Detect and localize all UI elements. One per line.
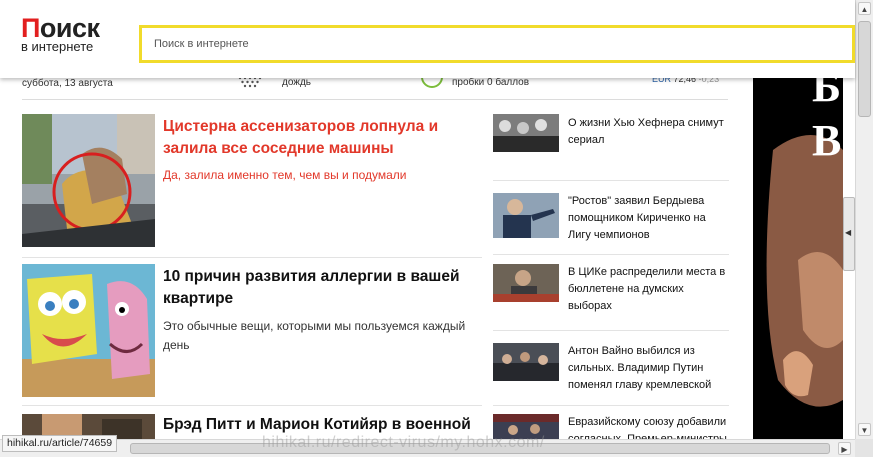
news-thumbnail-tanker[interactable] bbox=[22, 114, 155, 247]
logo-subtitle: в интернете bbox=[21, 39, 94, 54]
watermark-text: hihikal.ru/redirect-virus/my.hohx.com/ bbox=[262, 434, 545, 451]
news-separator bbox=[22, 405, 482, 406]
side-news-title[interactable]: О жизни Хью Хефнера снимут сериал bbox=[568, 115, 730, 149]
traffic-text[interactable]: пробки 0 баллов bbox=[452, 77, 529, 88]
side-news-thumbnail[interactable] bbox=[493, 343, 559, 381]
news-title[interactable]: Цистерна ассенизаторов лопнула и залила … bbox=[163, 116, 483, 160]
news-separator bbox=[22, 257, 482, 258]
search-header: Поиск в интернете bbox=[0, 0, 855, 78]
news-title[interactable]: Брэд Питт и Марион Котийяр в военной bbox=[163, 414, 483, 436]
news-description[interactable]: Да, залила именно тем, чем вы и подумали bbox=[163, 166, 483, 185]
side-news-title[interactable]: "Ростов" заявил Бердыева помощником Кири… bbox=[568, 193, 730, 244]
logo-title: Поиск bbox=[21, 14, 121, 42]
side-news-item[interactable]: "Ростов" заявил Бердыева помощником Кири… bbox=[493, 193, 729, 248]
news-description[interactable]: Это обычные вещи, которыми мы пользуемся… bbox=[163, 317, 483, 355]
content-divider bbox=[22, 99, 728, 100]
side-news-title[interactable]: Антон Вайно выбился из сильных. Владимир… bbox=[568, 343, 730, 394]
side-news-separator bbox=[493, 254, 729, 255]
chevron-left-icon: ◀ bbox=[845, 228, 852, 237]
side-news-separator bbox=[493, 180, 729, 181]
side-news-item[interactable]: В ЦИКе распределили места в бюллетене на… bbox=[493, 264, 729, 319]
side-news-separator bbox=[493, 405, 729, 406]
ad-letter: В bbox=[812, 116, 842, 165]
scrollbar-corner bbox=[855, 439, 873, 457]
news-thumbnail-spongebob[interactable] bbox=[22, 264, 155, 397]
side-news-thumbnail[interactable] bbox=[493, 264, 559, 302]
side-news-thumbnail[interactable] bbox=[493, 193, 559, 238]
search-box[interactable] bbox=[139, 25, 855, 63]
news-item[interactable]: 10 причин развития аллергии в вашей квар… bbox=[22, 264, 482, 398]
site-logo[interactable]: Поиск в интернете bbox=[21, 14, 121, 54]
side-news-thumbnail[interactable] bbox=[493, 114, 559, 152]
weather-text[interactable]: дождь bbox=[282, 77, 311, 88]
browser-page: суббота, 13 августа дождь пробки 0 балло… bbox=[0, 0, 873, 457]
side-news-item[interactable]: Антон Вайно выбился из сильных. Владимир… bbox=[493, 343, 729, 398]
vertical-scrollbar[interactable]: ▲ ▼ bbox=[855, 0, 873, 457]
news-item[interactable]: Цистерна ассенизаторов лопнула и залила … bbox=[22, 114, 482, 248]
scroll-down-icon[interactable]: ▼ bbox=[858, 423, 871, 436]
vertical-scroll-thumb[interactable] bbox=[858, 21, 871, 117]
ad-collapse-tab[interactable]: ◀ bbox=[843, 197, 855, 271]
status-bar-url: hihikal.ru/article/74659 bbox=[2, 435, 118, 452]
scroll-up-icon[interactable]: ▲ bbox=[858, 2, 871, 15]
side-news-title[interactable]: В ЦИКе распределили места в бюллетене на… bbox=[568, 264, 730, 315]
scroll-right-icon[interactable]: ▶ bbox=[838, 442, 851, 455]
side-news-separator bbox=[493, 330, 729, 331]
search-input[interactable] bbox=[154, 28, 834, 60]
side-news-item[interactable]: О жизни Хью Хефнера снимут сериал bbox=[493, 114, 729, 154]
date-text: суббота, 13 августа bbox=[22, 78, 113, 89]
news-title[interactable]: 10 причин развития аллергии в вашей квар… bbox=[163, 266, 483, 310]
